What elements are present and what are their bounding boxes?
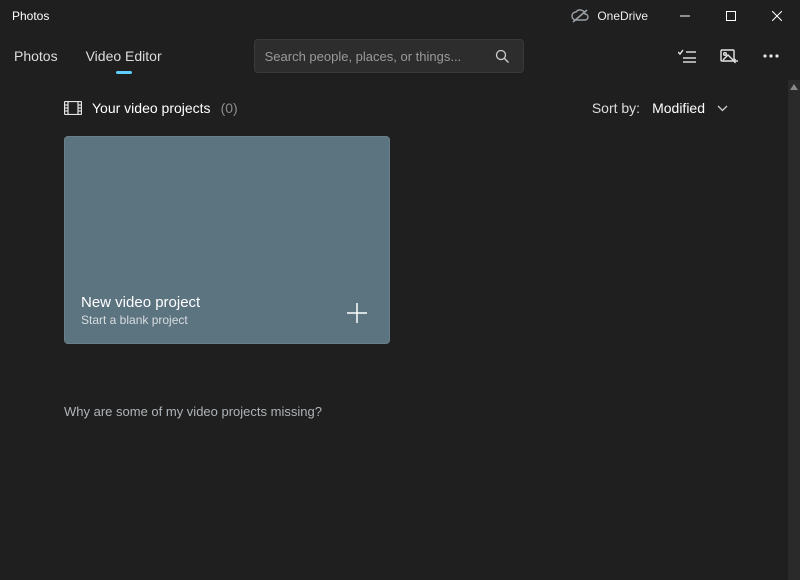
projects-header: Your video projects (0) Sort by: Modifie… — [64, 100, 788, 116]
import-button[interactable] — [708, 32, 750, 80]
new-project-title: New video project — [81, 294, 373, 311]
projects-heading: Your video projects — [92, 100, 211, 116]
missing-projects-link[interactable]: Why are some of my video projects missin… — [64, 404, 788, 419]
video-projects-icon — [64, 101, 82, 115]
close-button[interactable] — [754, 0, 800, 32]
search-box[interactable] — [254, 39, 524, 73]
minimize-button[interactable] — [662, 0, 708, 32]
tab-video-editor[interactable]: Video Editor — [72, 32, 176, 80]
sort-dropdown[interactable]: Modified — [652, 100, 728, 116]
tab-photos[interactable]: Photos — [0, 32, 72, 80]
sort-group: Sort by: Modified — [592, 100, 728, 116]
plus-icon — [345, 301, 369, 325]
more-button[interactable] — [750, 32, 792, 80]
search-input[interactable] — [265, 49, 493, 64]
titlebar-right: OneDrive — [557, 0, 800, 32]
more-icon — [763, 54, 779, 58]
select-button[interactable] — [666, 32, 708, 80]
search-icon[interactable] — [493, 46, 513, 66]
onedrive-label: OneDrive — [597, 9, 648, 23]
maximize-button[interactable] — [708, 0, 754, 32]
sort-label: Sort by: — [592, 100, 640, 116]
import-icon — [720, 47, 738, 65]
sort-value: Modified — [652, 100, 705, 116]
main-content: Your video projects (0) Sort by: Modifie… — [0, 80, 788, 580]
select-icon — [678, 48, 696, 64]
title-bar: Photos OneDrive — [0, 0, 800, 32]
scroll-up-icon[interactable] — [790, 80, 798, 94]
onedrive-button[interactable]: OneDrive — [557, 0, 662, 32]
new-video-project-card[interactable]: New video project Start a blank project — [64, 136, 390, 344]
scrollbar[interactable] — [788, 80, 800, 580]
toolbar: Photos Video Editor — [0, 32, 800, 80]
chevron-down-icon — [717, 105, 728, 112]
projects-count: (0) — [221, 100, 238, 116]
app-title: Photos — [12, 9, 49, 23]
cloud-off-icon — [571, 9, 589, 23]
new-project-subtitle: Start a blank project — [81, 313, 373, 327]
